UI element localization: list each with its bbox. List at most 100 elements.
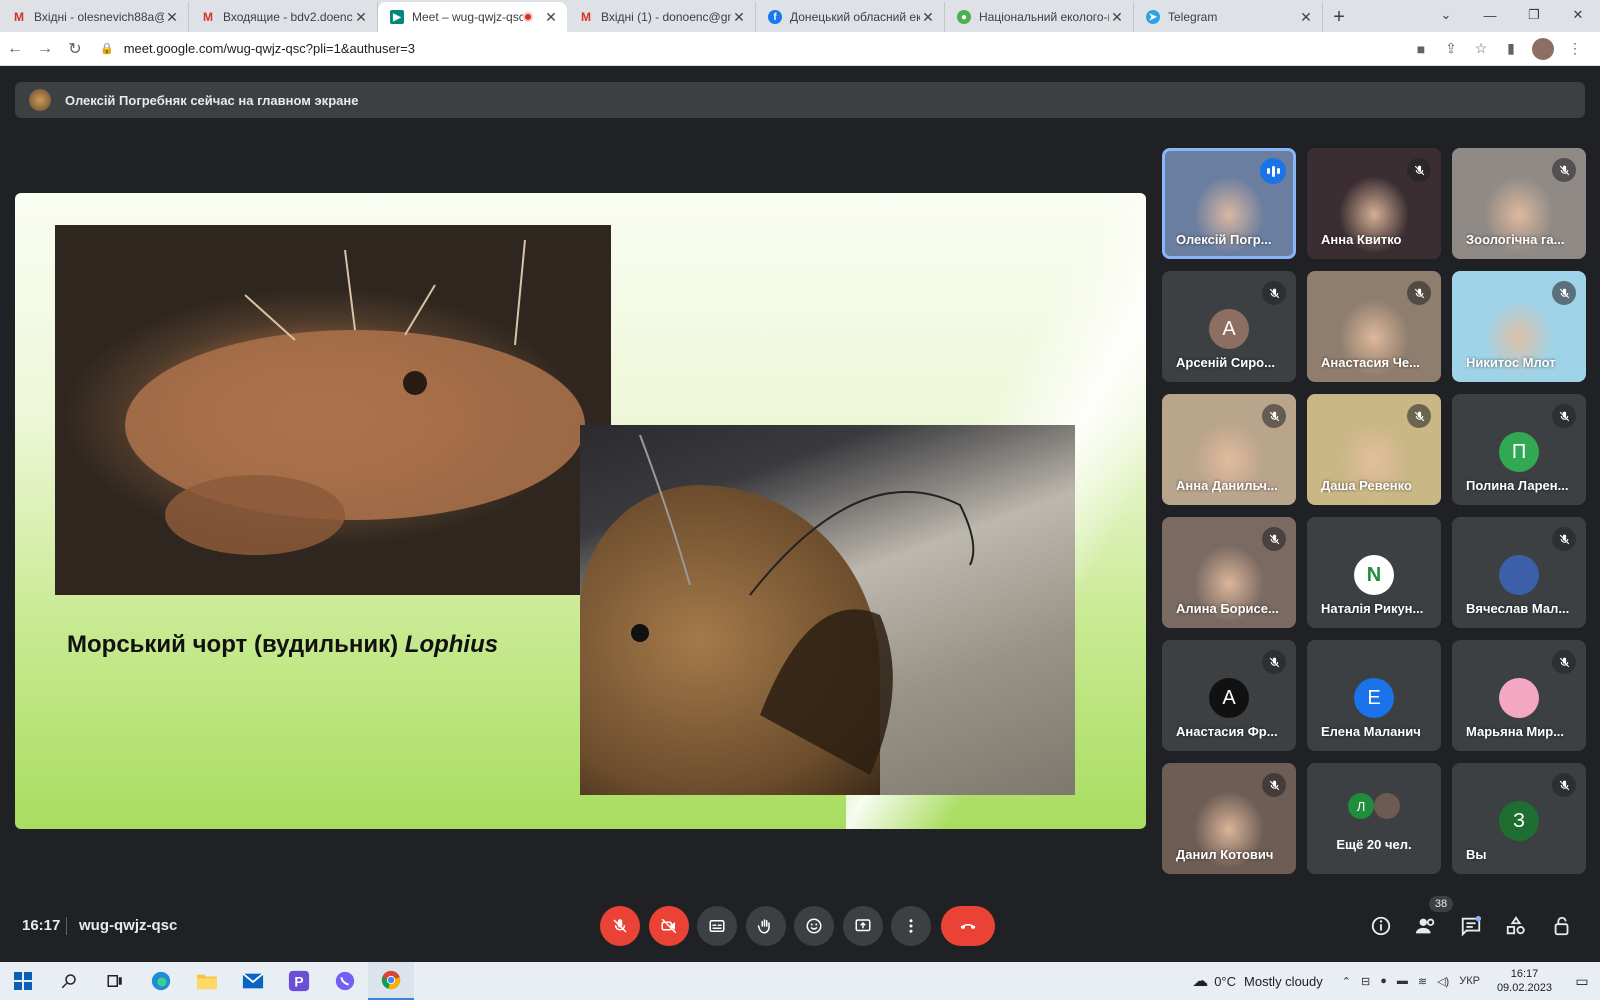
participant-tile[interactable]: Зоологічна га... bbox=[1452, 148, 1586, 259]
volume-icon[interactable]: ◁) bbox=[1437, 975, 1449, 988]
taskbar-file-explorer[interactable] bbox=[184, 962, 230, 1000]
participant-tile[interactable]: Вячеслав Мал... bbox=[1452, 517, 1586, 628]
participant-name: Олексій Погр... bbox=[1176, 232, 1272, 247]
mic-off-icon bbox=[1552, 527, 1576, 551]
browser-tab-active[interactable]: ▶ Meet – wug-qwjz-qsc ✕ bbox=[378, 2, 567, 32]
windows-logo-icon bbox=[14, 972, 32, 990]
browser-menu-icon[interactable]: ⋮ bbox=[1560, 40, 1590, 57]
present-screen-button[interactable] bbox=[843, 906, 883, 946]
browser-tab[interactable]: M Входящие - bdv2.doenc@gmail.com ✕ bbox=[189, 2, 378, 32]
close-tab-icon[interactable]: ✕ bbox=[543, 9, 559, 26]
profile-avatar[interactable] bbox=[1532, 37, 1554, 60]
participant-tile[interactable]: Данил Котович bbox=[1162, 763, 1296, 874]
bookmark-star-icon[interactable]: ☆ bbox=[1466, 40, 1496, 57]
taskbar-mail[interactable] bbox=[230, 962, 276, 1000]
taskbar-app-p[interactable]: P bbox=[276, 962, 322, 1000]
forward-icon[interactable]: → bbox=[30, 40, 60, 58]
close-tab-icon[interactable]: ✕ bbox=[353, 9, 369, 26]
tab-title: Вхідні - olesnevich88a@gmail.com bbox=[34, 10, 164, 24]
participant-avatar: N bbox=[1354, 555, 1394, 595]
more-participants-label: Ещё 20 чел. bbox=[1336, 837, 1412, 852]
participant-tile[interactable]: A Анастасия Фр... bbox=[1162, 640, 1296, 751]
participant-tile[interactable]: Анна Квитко bbox=[1307, 148, 1441, 259]
close-tab-icon[interactable]: ✕ bbox=[731, 9, 747, 26]
taskbar-search-button[interactable] bbox=[46, 962, 92, 1000]
minimize-button[interactable]: — bbox=[1468, 0, 1512, 30]
browser-tab[interactable]: M Вхідні (1) - donoenc@gmail.com ✕ bbox=[567, 2, 756, 32]
participant-tile[interactable]: Олексій Погр... bbox=[1162, 148, 1296, 259]
participant-tile[interactable]: З Вы bbox=[1452, 763, 1586, 874]
participant-tile[interactable]: Е Елена Маланич bbox=[1307, 640, 1441, 751]
reload-icon[interactable]: ↻ bbox=[60, 39, 90, 59]
close-tab-icon[interactable]: ✕ bbox=[920, 9, 936, 26]
microphone-tray-icon[interactable]: ● bbox=[1380, 975, 1387, 987]
camera-off-button[interactable] bbox=[649, 906, 689, 946]
wifi-icon[interactable]: ≋ bbox=[1418, 975, 1427, 988]
notifications-icon[interactable]: ▭ bbox=[1564, 973, 1600, 990]
close-window-button[interactable]: ✕ bbox=[1556, 0, 1600, 30]
maximize-button[interactable]: ❐ bbox=[1512, 0, 1556, 30]
browser-tab[interactable]: M Вхідні - olesnevich88a@gmail.com ✕ bbox=[0, 2, 189, 32]
meet-icon: ▶ bbox=[390, 10, 404, 24]
chevron-up-icon[interactable]: ⌃ bbox=[1342, 975, 1351, 988]
participant-avatar: П bbox=[1499, 432, 1539, 472]
meeting-details-button[interactable] bbox=[1367, 912, 1395, 940]
folder-icon bbox=[197, 974, 217, 990]
lock-person-icon bbox=[1554, 916, 1569, 936]
share-icon[interactable]: ⇪ bbox=[1436, 40, 1466, 57]
task-view-button[interactable] bbox=[92, 962, 138, 1000]
side-panel-icon[interactable]: ▮ bbox=[1496, 40, 1526, 57]
mic-off-icon bbox=[613, 919, 627, 933]
participant-name: Даша Ревенко bbox=[1321, 478, 1412, 493]
weather-text[interactable]: Mostly cloudy bbox=[1244, 974, 1323, 989]
mic-off-icon bbox=[1552, 158, 1576, 182]
participant-tile[interactable]: Даша Ревенко bbox=[1307, 394, 1441, 505]
lock-icon[interactable]: 🔒 bbox=[100, 42, 114, 55]
weather-temp[interactable]: 0°C bbox=[1214, 974, 1236, 989]
browser-tab[interactable]: ● Національний еколого-натуралістичний ц… bbox=[945, 2, 1134, 32]
search-icon bbox=[61, 974, 76, 989]
new-tab-button[interactable]: + bbox=[1323, 2, 1355, 32]
close-tab-icon[interactable]: ✕ bbox=[164, 9, 180, 26]
microphone-off-button[interactable] bbox=[600, 906, 640, 946]
close-tab-icon[interactable]: ✕ bbox=[1298, 9, 1314, 26]
participant-tile[interactable]: Л Ещё 20 чел. bbox=[1307, 763, 1441, 874]
address-bar[interactable]: 🔒 meet.google.com/wug-qwjz-qsc?pli=1&aut… bbox=[100, 36, 1406, 62]
mic-off-icon bbox=[1262, 650, 1286, 674]
browser-tab[interactable]: f Донецький обласний еколого-натуралісти… bbox=[756, 2, 945, 32]
chat-button[interactable] bbox=[1457, 912, 1485, 940]
taskbar-edge[interactable] bbox=[138, 962, 184, 1000]
taskbar-clock[interactable]: 16:17 09.02.2023 bbox=[1497, 967, 1552, 995]
language-indicator[interactable]: УКР bbox=[1459, 975, 1480, 987]
participant-tile[interactable]: Анастасия Че... bbox=[1307, 271, 1441, 382]
back-icon[interactable]: ← bbox=[0, 40, 30, 58]
participant-tile[interactable]: П Полина Ларен... bbox=[1452, 394, 1586, 505]
raise-hand-button[interactable] bbox=[746, 906, 786, 946]
participant-avatar bbox=[1499, 555, 1539, 595]
taskbar-viber[interactable] bbox=[322, 962, 368, 1000]
taskbar-chrome[interactable] bbox=[368, 962, 414, 1000]
participant-tile[interactable]: А Арсеній Сиро... bbox=[1162, 271, 1296, 382]
weather-icon[interactable]: ☁ bbox=[1192, 971, 1208, 991]
participant-tile[interactable]: Алина Борисе... bbox=[1162, 517, 1296, 628]
participant-name: Арсеній Сиро... bbox=[1176, 355, 1275, 370]
more-options-button[interactable] bbox=[891, 906, 931, 946]
tab-search-icon[interactable]: ⌄ bbox=[1424, 0, 1468, 30]
host-controls-button[interactable] bbox=[1548, 912, 1576, 940]
camera-permission-icon[interactable]: ■ bbox=[1406, 41, 1436, 57]
participant-tile[interactable]: Никитос Млот bbox=[1452, 271, 1586, 382]
battery-icon[interactable]: ▬ bbox=[1397, 975, 1408, 987]
windows-start-button[interactable] bbox=[0, 962, 46, 1000]
captions-button[interactable] bbox=[697, 906, 737, 946]
participant-tile[interactable]: N Наталія Рикун... bbox=[1307, 517, 1441, 628]
reactions-button[interactable] bbox=[794, 906, 834, 946]
leave-call-button[interactable] bbox=[941, 906, 995, 946]
browser-tab[interactable]: ➤ Telegram ✕ bbox=[1134, 2, 1323, 32]
participant-tile[interactable]: Анна Данильч... bbox=[1162, 394, 1296, 505]
participant-tile[interactable]: Марьяна Мир... bbox=[1452, 640, 1586, 751]
people-button[interactable] bbox=[1412, 912, 1440, 940]
close-tab-icon[interactable]: ✕ bbox=[1109, 9, 1125, 26]
mic-off-icon bbox=[1552, 650, 1576, 674]
usb-icon[interactable]: ⊟ bbox=[1361, 975, 1370, 988]
activities-button[interactable] bbox=[1502, 912, 1530, 940]
